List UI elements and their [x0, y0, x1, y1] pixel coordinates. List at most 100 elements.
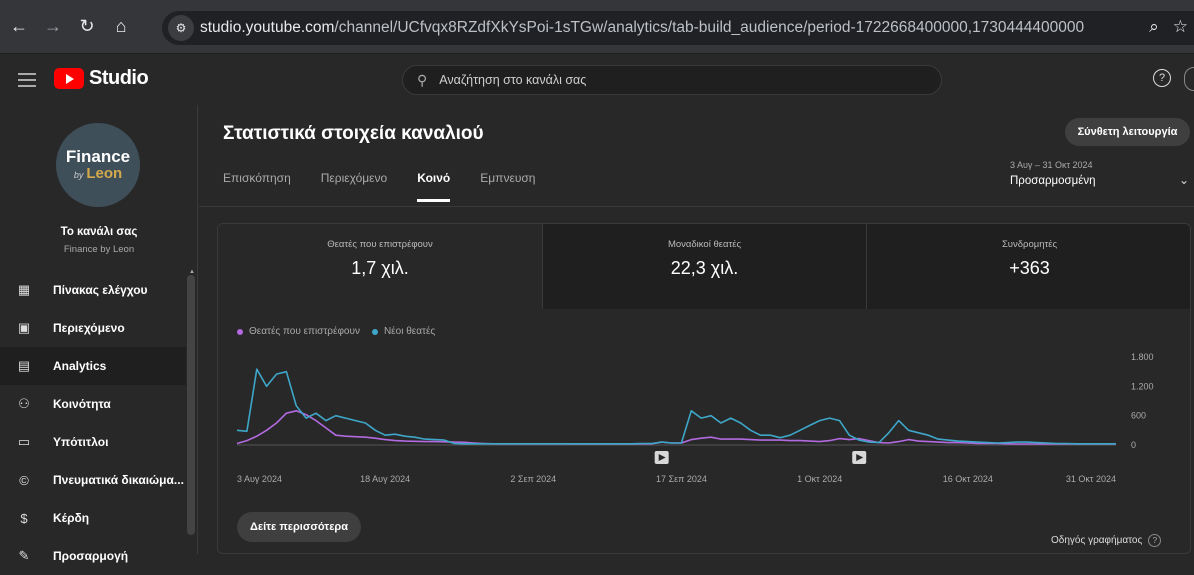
audience-line-chart: 1.800 1.200 600 0 3 Αυγ 2024 18 Αυγ 2024 2 Σεπ… [236, 352, 1154, 484]
metric-value: 22,3 χιλ. [670, 258, 739, 278]
sidebar-item-analytics[interactable]: ▤ Analytics [0, 347, 186, 385]
channel-title: Το κανάλι σας [60, 226, 138, 238]
studio-header: Studio ⚲ ? [0, 55, 1194, 105]
sidebar: Finance by Leon Το κανάλι σας Finance by … [0, 105, 198, 563]
url-host: studio.youtube.com [200, 19, 335, 36]
legend-label: Νέοι θεατές [383, 326, 436, 337]
account-avatar[interactable] [1184, 67, 1194, 91]
reload-icon[interactable]: ↻ [72, 12, 102, 42]
x-tick-label: 17 Σεπ 2024 [656, 474, 707, 484]
sidebar-item-label: Πνευματικά δικαιώμα... [53, 473, 184, 487]
sidebar-item-label: Κοινότητα [53, 397, 111, 411]
subtitles-icon: ▭ [17, 434, 31, 449]
sidebar-item-customization[interactable]: ✎ Προσαρμογή [0, 537, 186, 575]
y-tick-label: 600 [1131, 411, 1146, 421]
search-input[interactable] [439, 73, 880, 87]
period-label: Προσαρμοσμένη [1010, 175, 1096, 187]
metric-label: Συνδρομητές [1001, 239, 1058, 250]
sidebar-item-label: Analytics [53, 359, 107, 373]
metric-label: Θεατές που επιστρέφουν [327, 239, 433, 250]
divider [199, 206, 1194, 207]
metric-returning-viewers[interactable]: Θεατές που επιστρέφουν 1,7 χιλ. [218, 224, 542, 309]
period-range: 3 Αυγ – 31 Οκτ 2024 [1010, 160, 1093, 170]
logo-text: Studio [89, 67, 149, 89]
studio-logo[interactable]: Studio [54, 67, 149, 90]
x-tick-label: 18 Αυγ 2024 [360, 474, 410, 484]
legend-label: Θεατές που επιστρέφουν [249, 326, 360, 337]
channel-name: Finance by Leon [63, 244, 135, 255]
browser-toolbar: ← → ↻ ⌂ ⚙ studio.youtube.com/channel/UCf… [0, 0, 1194, 54]
period-selector[interactable]: 3 Αυγ – 31 Οκτ 2024 Προσαρμοσμένη ⌄ [1010, 160, 1194, 187]
x-tick-label: 2 Σεπ 2024 [510, 474, 556, 484]
search-icon[interactable]: ⚲ [417, 72, 427, 89]
chevron-down-icon: ⌄ [1178, 173, 1189, 187]
sidebar-item-dashboard[interactable]: ▦ Πίνακας ελέγχου [0, 271, 186, 309]
tab-audience[interactable]: Κοινό [417, 171, 451, 202]
sidebar-item-earn[interactable]: $ Κέρδη [0, 499, 186, 537]
tab-inspiration[interactable]: Εμπνευση [480, 171, 535, 202]
help-icon[interactable]: ? [1153, 69, 1171, 87]
chart-guide-label: Οδηγός γραφήματος [1051, 535, 1143, 546]
tab-content[interactable]: Περιεχόμενο [321, 171, 387, 202]
metric-unique-viewers[interactable]: Μοναδικοί θεατές 22,3 χιλ. [542, 224, 866, 309]
legend-dot [371, 328, 378, 335]
legend-dot [237, 328, 243, 335]
metric-label: Μοναδικοί θεατές [667, 239, 742, 250]
help-icon: ? [1148, 534, 1162, 547]
y-tick-label: 1.800 [1131, 352, 1154, 362]
earn-icon: $ [20, 510, 28, 526]
analytics-icon: ▤ [17, 358, 31, 373]
home-icon[interactable]: ⌂ [106, 12, 136, 42]
content-icon: ▣ [17, 320, 31, 335]
main-content: Στατιστικά στοιχεία καναλιού Σύνθετη λει… [199, 105, 1194, 554]
sidebar-item-label: Υπότιτλοι [53, 435, 109, 449]
metric-value: +363 [1009, 258, 1050, 278]
x-tick-label: 1 Οκτ 2024 [797, 474, 842, 484]
see-more-button[interactable]: Δείτε περισσότερα [237, 512, 361, 542]
avatar-line1: Finance [65, 146, 131, 166]
forward-arrow-icon[interactable]: → [38, 12, 68, 42]
y-tick-label: 1.200 [1131, 381, 1154, 391]
sidebar-item-content[interactable]: ▣ Περιεχόμενο [0, 309, 186, 347]
x-tick-label: 31 Οκτ 2024 [1066, 474, 1116, 484]
sidebar-item-copyright[interactable]: © Πνευματικά δικαιώμα... [0, 461, 186, 499]
sidebar-item-label: Κέρδη [53, 511, 90, 525]
site-settings-icon[interactable]: ⚙ [168, 15, 194, 41]
sidebar-item-label: Πίνακας ελέγχου [53, 283, 148, 297]
legend-item-returning[interactable]: Θεατές που επιστρέφουν [237, 326, 360, 337]
metric-subscribers[interactable]: Συνδρομητές +363 [866, 224, 1190, 309]
audience-card: Θεατές που επιστρέφουν 1,7 χιλ. Μοναδικο… [217, 223, 1191, 554]
chart-legend: Θεατές που επιστρέφουν Νέοι θεατές [237, 326, 435, 337]
zoom-icon[interactable]: ⌕ [1149, 17, 1159, 37]
series-line-returning [236, 410, 1116, 445]
sidebar-scrollbar[interactable] [187, 275, 195, 535]
analytics-tabs: Επισκόπηση Περιεχόμενο Κοινό Εμπνευση [223, 171, 535, 202]
page-title: Στατιστικά στοιχεία καναλιού [223, 123, 484, 144]
customization-icon: ✎ [18, 548, 30, 563]
sidebar-item-label: Προσαρμογή [53, 549, 129, 563]
channel-search: ⚲ [402, 65, 942, 95]
sidebar-item-subtitles[interactable]: ▭ Υπότιτλοι [0, 423, 186, 461]
back-arrow-icon[interactable]: ← [4, 12, 34, 42]
bookmark-star-icon[interactable]: ☆ [1173, 17, 1188, 37]
x-tick-label: 3 Αυγ 2024 [237, 474, 282, 484]
tab-overview[interactable]: Επισκόπηση [223, 171, 291, 202]
channel-avatar[interactable]: Finance by Leon [56, 123, 140, 207]
url-path: /channel/UCfvqx8RZdfXkYsPoi-1sTGw/analyt… [334, 19, 1085, 36]
copyright-icon: © [19, 472, 29, 488]
sidebar-item-community[interactable]: ⚇ Κοινότητα [0, 385, 186, 423]
address-bar[interactable]: ⚙ studio.youtube.com/channel/UCfvqx8RZdf… [162, 11, 1194, 45]
avatar-by: by [73, 169, 84, 180]
legend-item-new[interactable]: Νέοι θεατές [371, 326, 436, 337]
community-icon: ⚇ [18, 396, 30, 411]
advanced-mode-button[interactable]: Σύνθετη λειτουργία [1065, 118, 1190, 146]
avatar-line2: by Leon [73, 164, 123, 183]
dashboard-icon: ▦ [17, 282, 31, 297]
url-text[interactable]: studio.youtube.com/channel/UCfvqx8RZdfXk… [200, 19, 1084, 37]
series-line-new [236, 368, 1116, 445]
youtube-play-icon [54, 68, 84, 89]
avatar-leon: Leon [86, 164, 123, 182]
chart-guide-link[interactable]: Οδηγός γραφήματος ? [1051, 534, 1162, 547]
menu-icon[interactable] [18, 73, 36, 87]
y-tick-label: 0 [1131, 440, 1136, 450]
